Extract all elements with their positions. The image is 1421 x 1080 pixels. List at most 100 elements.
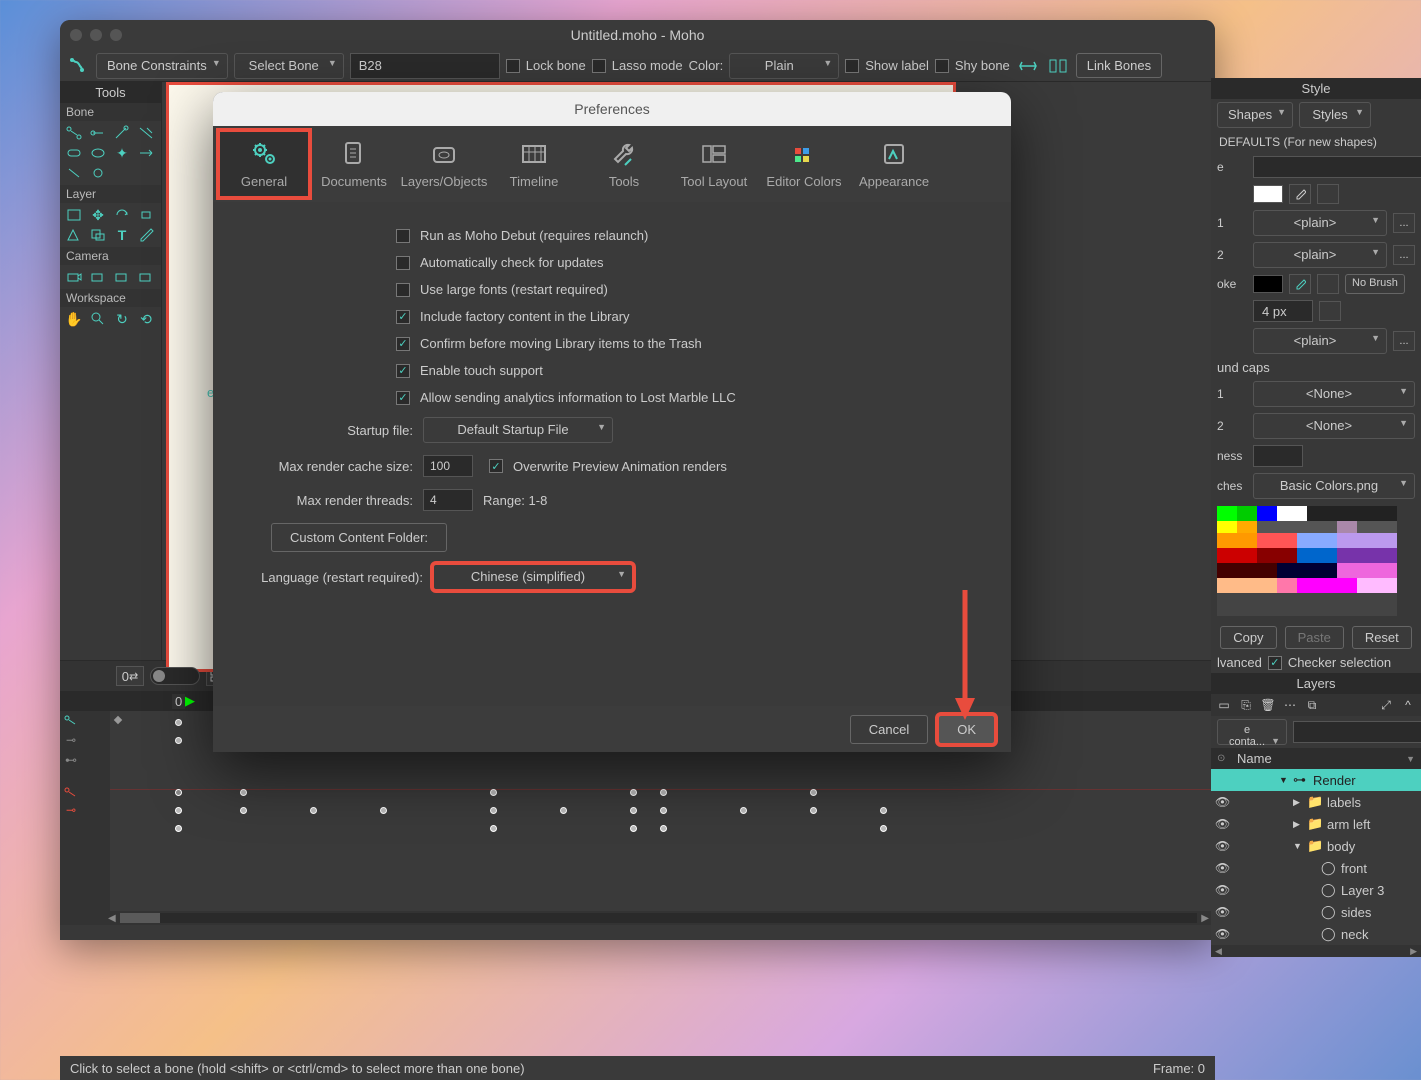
pref-tab-timeline[interactable]: Timeline <box>489 131 579 197</box>
swatches-select[interactable]: Basic Colors.png <box>1253 473 1415 499</box>
pref-tab-tools[interactable]: Tools <box>579 131 669 197</box>
keyframe[interactable] <box>630 807 637 814</box>
lock-bone-checkbox[interactable] <box>506 59 520 73</box>
tool-mode-select[interactable]: Bone Constraints <box>96 53 228 79</box>
keyframe[interactable] <box>310 807 317 814</box>
visibility-icon[interactable]: 👁 <box>1215 795 1233 809</box>
max-threads-input[interactable] <box>423 489 473 511</box>
copy-style-button[interactable]: Copy <box>1220 626 1276 649</box>
factory-content-checkbox[interactable]: ✓ <box>396 310 410 324</box>
style-name-input[interactable] <box>1253 156 1421 178</box>
pref-tab-appearance[interactable]: Appearance <box>849 131 939 197</box>
keyframe[interactable] <box>175 825 182 832</box>
playhead-icon[interactable]: ▶ <box>185 693 195 709</box>
sparkle-tool[interactable]: ✦ <box>110 143 134 163</box>
camera-track-tool[interactable] <box>62 267 86 287</box>
expand-icon[interactable]: ▶ <box>1293 819 1303 830</box>
effect2-select[interactable]: <plain> <box>1253 242 1387 268</box>
bone-color-select[interactable]: Plain <box>729 53 839 79</box>
style1-select[interactable]: <None> <box>1253 381 1415 407</box>
stroke-effect-select[interactable]: <plain> <box>1253 328 1387 354</box>
layer-expand-button[interactable]: ⤢ <box>1377 696 1395 714</box>
layer-row[interactable]: 👁▼📁body <box>1211 835 1421 857</box>
reparent-bone-tool[interactable] <box>134 123 158 143</box>
camera-zoom-tool[interactable] <box>86 267 110 287</box>
keyframe[interactable] <box>660 825 667 832</box>
stroke-eyedropper-icon[interactable] <box>1289 274 1311 294</box>
bone-strength-tool[interactable] <box>134 143 158 163</box>
layer-tool-6[interactable] <box>86 225 110 245</box>
maximize-window-button[interactable] <box>110 29 122 41</box>
checker-checkbox[interactable]: ✓ <box>1268 656 1282 670</box>
layer-group-button[interactable]: ⧉ <box>1303 696 1321 714</box>
touch-checkbox[interactable]: ✓ <box>396 364 410 378</box>
layer-row[interactable]: 👁◯neck <box>1211 923 1421 945</box>
stroke-effect-more[interactable]: ... <box>1393 331 1415 351</box>
camera-roll-tool[interactable] <box>110 267 134 287</box>
keyframe[interactable] <box>630 825 637 832</box>
keyframe[interactable] <box>175 737 182 744</box>
link-bones-button[interactable]: Link Bones <box>1076 53 1162 78</box>
shapes-dropdown[interactable]: Shapes <box>1217 102 1293 128</box>
keyframe[interactable] <box>560 807 567 814</box>
styles-dropdown[interactable]: Styles <box>1299 102 1371 128</box>
layer-collapse-button[interactable]: ^ <box>1399 696 1417 714</box>
select-bone-dropdown[interactable]: Select Bone <box>234 53 344 79</box>
minimize-window-button[interactable] <box>90 29 102 41</box>
delete-layer-button[interactable]: 🗑 <box>1259 696 1277 714</box>
paste-style-button[interactable]: Paste <box>1285 626 1344 649</box>
style2-select[interactable]: <None> <box>1253 413 1415 439</box>
pref-tab-layers-objects[interactable]: Layers/Objects <box>399 131 489 197</box>
layer-row[interactable]: 👁▶📁arm left <box>1211 813 1421 835</box>
layer-row[interactable]: 👁◯sides <box>1211 901 1421 923</box>
add-bone-tool[interactable] <box>86 123 110 143</box>
expand-icon[interactable]: ▼ <box>1293 841 1303 851</box>
fill-color-swatch[interactable] <box>1253 185 1283 203</box>
layer-row[interactable]: 👁▶📁labels <box>1211 791 1421 813</box>
visibility-icon[interactable]: 👁 <box>1215 927 1233 941</box>
stroke-color-swatch[interactable] <box>1253 275 1283 293</box>
flip-v-icon[interactable] <box>1046 54 1070 78</box>
rotate-workspace-tool[interactable]: ↻ <box>110 309 134 329</box>
pref-tab-tool-layout[interactable]: Tool Layout <box>669 131 759 197</box>
pan-workspace-tool[interactable]: ✋ <box>62 309 86 329</box>
bone-tool-10[interactable] <box>86 163 110 183</box>
timeline-zero-button[interactable]: 0⇄ <box>116 666 144 686</box>
layer-row[interactable]: 👁◯front <box>1211 857 1421 879</box>
visibility-icon[interactable]: 👁 <box>1215 817 1233 831</box>
timeline-scrollbar[interactable]: ◀ ▶ <box>60 911 1215 925</box>
visibility-icon[interactable]: 👁 <box>1215 905 1233 919</box>
layers-scrollbar[interactable]: ◀▶ <box>1211 945 1421 957</box>
confirm-trash-checkbox[interactable]: ✓ <box>396 337 410 351</box>
rotate-layer-tool[interactable] <box>110 205 134 225</box>
expand-icon[interactable]: ▼ <box>1279 775 1289 785</box>
keyframe[interactable] <box>810 807 817 814</box>
name-column-header[interactable]: Name <box>1237 751 1400 766</box>
layer-search-input[interactable] <box>1293 721 1421 743</box>
keyframe[interactable] <box>490 789 497 796</box>
duplicate-layer-button[interactable]: ⎘ <box>1237 696 1255 714</box>
check-updates-checkbox[interactable] <box>396 256 410 270</box>
language-select[interactable]: Chinese (simplified) <box>433 564 633 590</box>
keyframe[interactable] <box>660 807 667 814</box>
keyframe[interactable] <box>240 807 247 814</box>
new-layer-button[interactable]: ▭ <box>1215 696 1233 714</box>
keyframe[interactable] <box>175 719 182 726</box>
stroke-width-extra[interactable] <box>1319 301 1341 321</box>
keyframe[interactable] <box>880 807 887 814</box>
visibility-icon[interactable]: 👁 <box>1215 861 1233 875</box>
overwrite-preview-checkbox[interactable]: ✓ <box>489 459 503 473</box>
transform-layer-tool[interactable] <box>62 205 86 225</box>
keyframe[interactable] <box>490 825 497 832</box>
keyframe[interactable] <box>175 789 182 796</box>
bone-tool-9[interactable] <box>62 163 86 183</box>
keyframe[interactable] <box>660 789 667 796</box>
shy-bone-checkbox[interactable] <box>935 59 949 73</box>
pref-tab-editor-colors[interactable]: Editor Colors <box>759 131 849 197</box>
bone-name-input[interactable] <box>350 53 500 79</box>
keyframe[interactable] <box>810 789 817 796</box>
startup-file-select[interactable]: Default Startup File <box>423 417 613 443</box>
layer-row[interactable]: ▼⊶Render <box>1211 769 1421 791</box>
keyframe[interactable] <box>740 807 747 814</box>
visibility-icon[interactable]: 👁 <box>1215 883 1233 897</box>
